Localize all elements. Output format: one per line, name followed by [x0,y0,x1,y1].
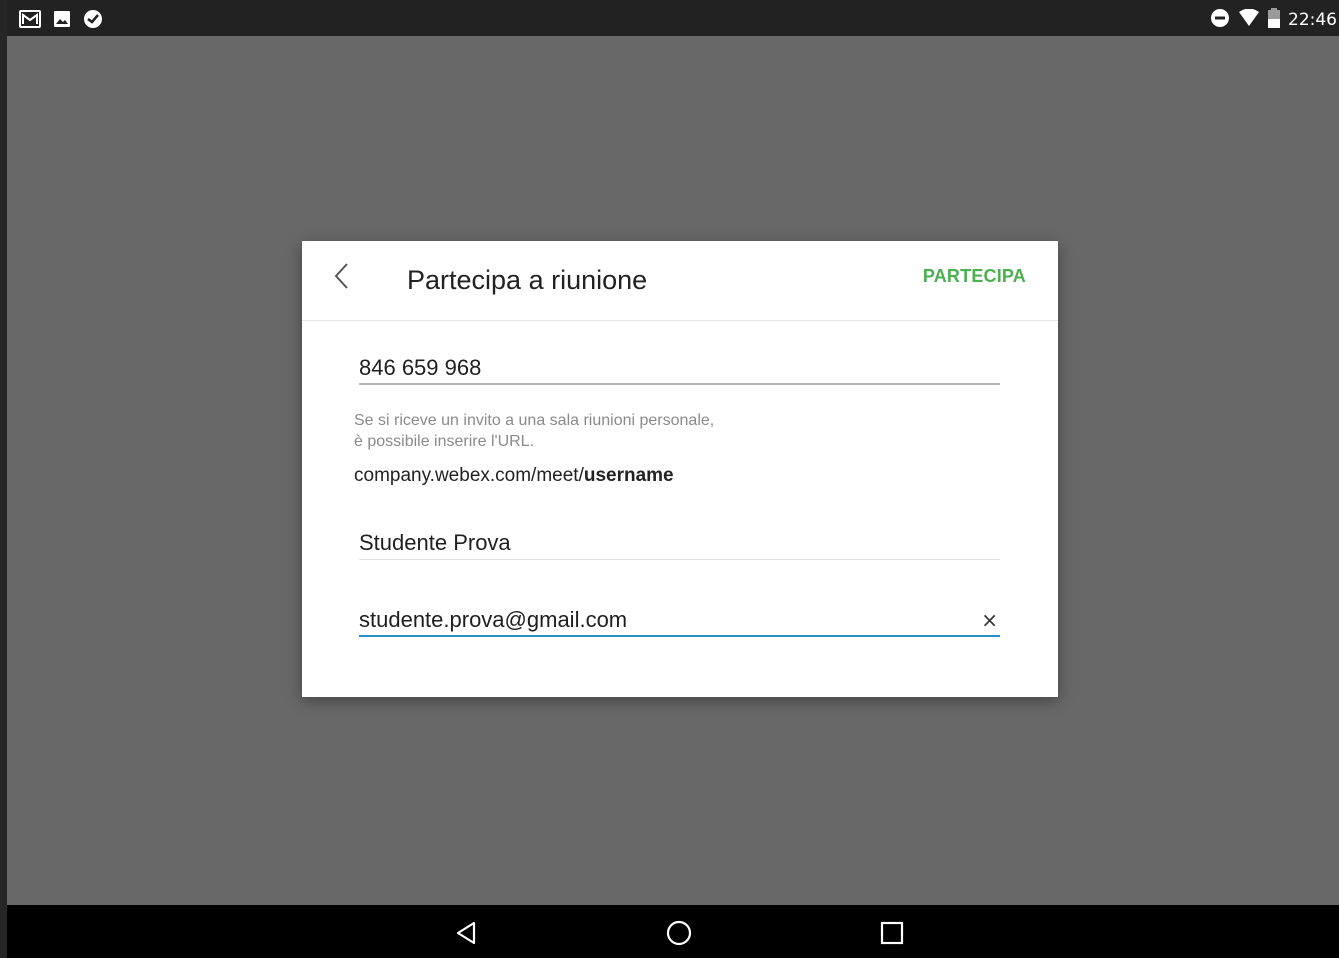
clock-time: 22:46 [1288,10,1337,30]
battery-icon [1268,8,1280,32]
clear-email-icon[interactable]: × [981,608,998,632]
wifi-icon [1238,8,1260,31]
check-circle-icon [83,9,103,33]
name-value: Studente Prova [359,530,511,555]
url-example-username: username [583,465,674,486]
dialog-header: Partecipa a riunione PARTECIPA [302,241,1058,321]
back-icon[interactable] [452,919,480,947]
navigation-bar [7,905,1339,958]
email-value: studente.prova@gmail.com [359,607,628,632]
home-icon[interactable] [665,919,693,947]
url-hint-line-1: Se si riceve un invito a una sala riunio… [354,412,715,429]
email-underline [359,635,1000,637]
meeting-number-field[interactable]: 846 659 968 [359,355,1000,385]
status-bar: 22:46 [7,0,1339,36]
meeting-number-underline [359,383,1000,385]
url-hint-line-2: è possibile inserire l'URL. [354,433,535,450]
url-hint-text: Se si riceve un invito a una sala riunio… [354,410,714,452]
gallery-icon [53,10,71,32]
url-example-prefix: company.webex.com/meet/ [354,465,584,486]
join-meeting-dialog: Partecipa a riunione PARTECIPA 846 659 9… [302,241,1058,697]
dialog-title: Partecipa a riunione [407,265,648,295]
name-field[interactable]: Studente Prova [359,530,1000,562]
name-underline [359,559,1000,560]
join-button[interactable]: PARTECIPA [923,266,1026,287]
back-arrow-icon[interactable] [328,261,358,291]
email-field[interactable]: studente.prova@gmail.com × [359,607,1000,639]
url-example: company.webex.com/meet/username [354,465,674,487]
gmail-icon [19,10,41,32]
recents-icon[interactable] [878,919,906,947]
do-not-disturb-icon [1210,8,1230,32]
meeting-number-value: 846 659 968 [359,355,482,380]
